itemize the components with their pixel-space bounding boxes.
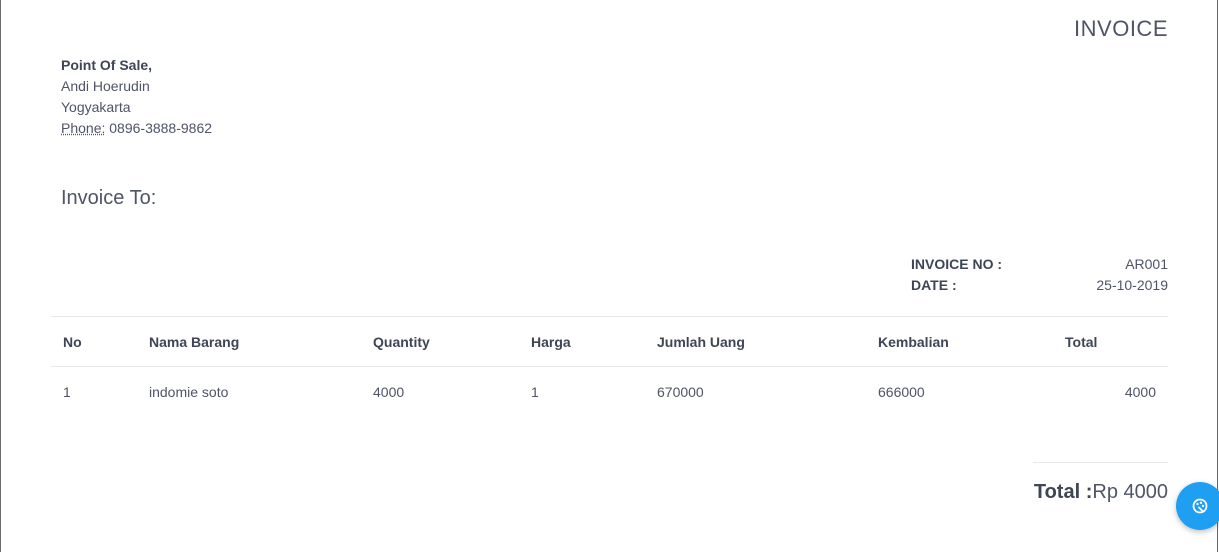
palette-icon [1192, 498, 1208, 514]
cell-jumlah-uang: 670000 [657, 383, 704, 400]
items-table: No Nama Barang Quantity Harga Jumlah Uan… [51, 317, 1168, 416]
phone-number: 0896-3888-9862 [109, 120, 213, 136]
table-row: 1 indomie soto 4000 1 670000 666000 4000 [51, 367, 1168, 417]
window-border-left [0, 0, 1, 552]
company-city: Yogyakarta [61, 99, 131, 115]
date-row: DATE : 25-10-2019 [911, 275, 1168, 296]
col-header-kembalian: Kembalian [866, 317, 1053, 367]
col-header-quantity: Quantity [361, 317, 519, 367]
cell-kembalian: 666000 [878, 383, 925, 400]
total-value: Rp 4000 [1092, 481, 1168, 503]
date-label: DATE : [911, 277, 957, 293]
col-header-nama-barang: Nama Barang [137, 317, 361, 367]
invoice-no-label: INVOICE NO : [911, 256, 1003, 272]
invoice-meta: INVOICE NO : AR001 DATE : 25-10-2019 [911, 254, 1168, 296]
cell-no: 1 [63, 383, 71, 400]
date-value: 25-10-2019 [1096, 277, 1168, 293]
invoice-to-heading: Invoice To: [61, 187, 157, 209]
invoice-no-value: AR001 [1125, 256, 1168, 272]
col-header-jumlah-uang: Jumlah Uang [645, 317, 866, 367]
total-divider [1033, 462, 1168, 463]
phone-label: Phone: [61, 120, 106, 136]
cell-total: 4000 [1124, 383, 1156, 400]
invoice-no-row: INVOICE NO : AR001 [911, 254, 1168, 275]
company-name: Point Of Sale, [61, 57, 153, 73]
grand-total: Total :Rp 4000 [1034, 481, 1168, 504]
col-header-no: No [51, 317, 137, 367]
window-border-right [1217, 0, 1218, 552]
invoice-title: INVOICE [1074, 16, 1168, 41]
table-header-row: No Nama Barang Quantity Harga Jumlah Uan… [51, 317, 1168, 367]
col-header-harga: Harga [519, 317, 645, 367]
cell-harga: 1 [531, 383, 539, 400]
cell-quantity: 4000 [373, 383, 405, 400]
company-address: Point Of Sale, Andi Hoerudin Yogyakarta … [61, 55, 212, 139]
company-owner: Andi Hoerudin [61, 78, 150, 94]
theme-settings-button[interactable] [1176, 482, 1219, 530]
cell-nama-barang: indomie soto [149, 383, 229, 400]
company-phone: Phone: 0896-3888-9862 [61, 118, 212, 139]
total-label: Total : [1033, 481, 1093, 503]
col-header-total: Total [1053, 317, 1168, 367]
